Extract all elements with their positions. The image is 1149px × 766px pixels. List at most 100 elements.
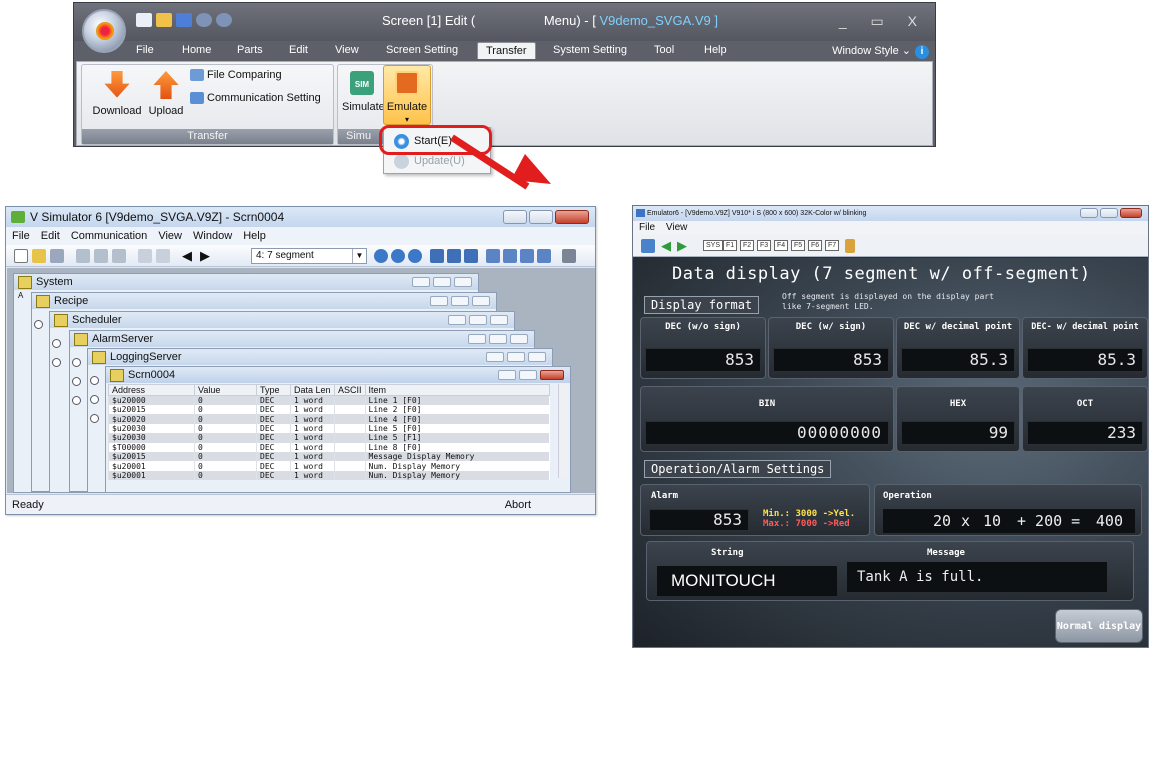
menu-view[interactable]: View [666, 222, 688, 233]
bit-icon[interactable] [408, 249, 422, 263]
menu-edit[interactable]: Edit [41, 230, 60, 242]
monitor-icon-2[interactable] [447, 249, 461, 263]
file-comparing-button[interactable]: File Comparing [190, 69, 282, 82]
back-icon[interactable]: ◀ [661, 238, 671, 254]
f1-key[interactable]: F1 [723, 240, 738, 251]
dec-wo-sign-value: 853 [645, 348, 761, 372]
close-button[interactable] [540, 370, 564, 380]
tab-file[interactable]: File [136, 44, 154, 56]
simulate-button[interactable]: SIM Simulate [342, 71, 385, 113]
menu-view[interactable]: View [158, 230, 182, 242]
new-icon[interactable] [136, 13, 152, 27]
table-row[interactable]: $T00000 0 DEC 1 word Line 8 [F0] [108, 442, 550, 452]
tab-home[interactable]: Home [182, 44, 211, 56]
minimize-button[interactable] [498, 370, 516, 380]
f3-key[interactable]: F3 [757, 240, 772, 251]
new-icon[interactable] [14, 249, 28, 263]
communication-setting-button[interactable]: Communication Setting [190, 92, 321, 105]
column-type[interactable]: Type [256, 384, 291, 396]
column-ascii[interactable]: ASCII [334, 384, 366, 396]
tab-screen-setting[interactable]: Screen Setting [386, 44, 458, 56]
all-icon[interactable] [374, 249, 388, 263]
table-row[interactable]: $u20000 0 DEC 1 word Line 1 [F0] [108, 395, 550, 405]
mix-icon-2[interactable] [503, 249, 517, 263]
tab-edit[interactable]: Edit [289, 44, 308, 56]
table-row[interactable]: $u20001 0 DEC 1 word Num. Display Memory [108, 461, 550, 471]
menu-window[interactable]: Window [193, 230, 232, 242]
sep-icon-1[interactable] [520, 249, 534, 263]
emulator-icon[interactable] [641, 239, 655, 253]
sys-key[interactable]: SYS [703, 240, 724, 251]
column-address[interactable]: Address [108, 384, 195, 396]
close-button[interactable] [1120, 208, 1142, 218]
close-button[interactable] [555, 210, 589, 224]
table-row[interactable]: $u20020 0 DEC 1 word Line 4 [F0] [108, 414, 550, 424]
maximize-button[interactable] [1100, 208, 1118, 218]
table-row[interactable]: $u20030 0 DEC 1 word Line 5 [F1] [108, 433, 550, 443]
forward-icon[interactable]: ▶ [677, 238, 687, 254]
upload-button[interactable]: Upload [144, 71, 188, 117]
tab-tool[interactable]: Tool [654, 44, 674, 56]
table-row[interactable]: $u20015 0 DEC 1 word Line 2 [F0] [108, 405, 550, 415]
download-button[interactable]: Download [88, 71, 146, 117]
maximize-button[interactable] [519, 370, 537, 380]
window-style-menu[interactable]: Window Style ⌄ i [832, 44, 929, 59]
monitor-icon-3[interactable] [464, 249, 478, 263]
tab-parts[interactable]: Parts [237, 44, 263, 56]
cut-icon[interactable] [76, 249, 90, 263]
table-row[interactable]: $u20001 0 DEC 1 word Num. Display Memory [108, 470, 550, 481]
menu-help[interactable]: Help [243, 230, 266, 242]
vsim-app-icon [11, 211, 25, 223]
paste-icon[interactable] [112, 249, 126, 263]
open-icon[interactable] [32, 249, 46, 263]
menu-file[interactable]: File [639, 222, 655, 233]
string-value: MONITOUCH [657, 566, 837, 596]
tab-help[interactable]: Help [704, 44, 727, 56]
screen-select[interactable]: 4: 7 segment ▼ [251, 248, 367, 264]
menu-file[interactable]: File [12, 230, 30, 242]
save-icon[interactable] [176, 13, 192, 27]
window-scrn0004[interactable]: Scrn0004 Address Value Type Data Len ASC… [105, 366, 571, 493]
column-value[interactable]: Value [194, 384, 257, 396]
tab-view[interactable]: View [335, 44, 359, 56]
word-icon[interactable] [391, 249, 405, 263]
next-screen-icon[interactable]: ▶ [200, 248, 210, 264]
normal-display-button[interactable]: Normal display [1055, 609, 1143, 643]
table-row[interactable]: $u20030 0 DEC 1 word Line 5 [F0] [108, 423, 550, 434]
settings-icon[interactable] [562, 249, 576, 263]
menu-communication[interactable]: Communication [71, 230, 147, 242]
mix-icon-1[interactable] [486, 249, 500, 263]
emulate-button[interactable]: Emulate ▾ [383, 65, 431, 125]
table-row[interactable]: $u20015 0 DEC 1 word Message Display Memory [108, 451, 550, 462]
redo-icon[interactable] [216, 13, 232, 27]
f4-key[interactable]: F4 [774, 240, 789, 251]
f5-key[interactable]: F5 [791, 240, 806, 251]
f6-key[interactable]: F6 [808, 240, 823, 251]
key-icon[interactable] [845, 239, 855, 253]
copy-icon[interactable] [94, 249, 108, 263]
ribbon-window-controls[interactable]: _ ▭ X [839, 13, 927, 30]
redo-icon[interactable] [156, 249, 170, 263]
undo-icon[interactable] [138, 249, 152, 263]
tab-transfer[interactable]: Transfer [477, 42, 536, 59]
column-data-len[interactable]: Data Len [290, 384, 335, 396]
column-item[interactable]: Item [364, 384, 550, 396]
prev-screen-icon[interactable]: ◀ [182, 248, 192, 264]
table-cell: DEC [256, 442, 291, 452]
undo-icon[interactable] [196, 13, 212, 27]
save-icon[interactable] [50, 249, 64, 263]
f7-key[interactable]: F7 [825, 240, 840, 251]
maximize-button[interactable] [529, 210, 553, 224]
table-cell: 0 [194, 470, 257, 481]
tab-system-setting[interactable]: System Setting [553, 44, 627, 56]
open-icon[interactable] [156, 13, 172, 27]
sep-icon-2[interactable] [537, 249, 551, 263]
vertical-scrollbar[interactable] [558, 384, 568, 478]
table-cell: 1 word [290, 405, 335, 415]
f2-key[interactable]: F2 [740, 240, 755, 251]
monitor-icon-1[interactable] [430, 249, 444, 263]
minimize-button[interactable] [503, 210, 527, 224]
emulator-window: Emulator6 - [V9demo.V9Z] V910* i S (800 … [632, 205, 1149, 648]
info-icon[interactable]: i [915, 45, 929, 59]
minimize-button[interactable] [1080, 208, 1098, 218]
